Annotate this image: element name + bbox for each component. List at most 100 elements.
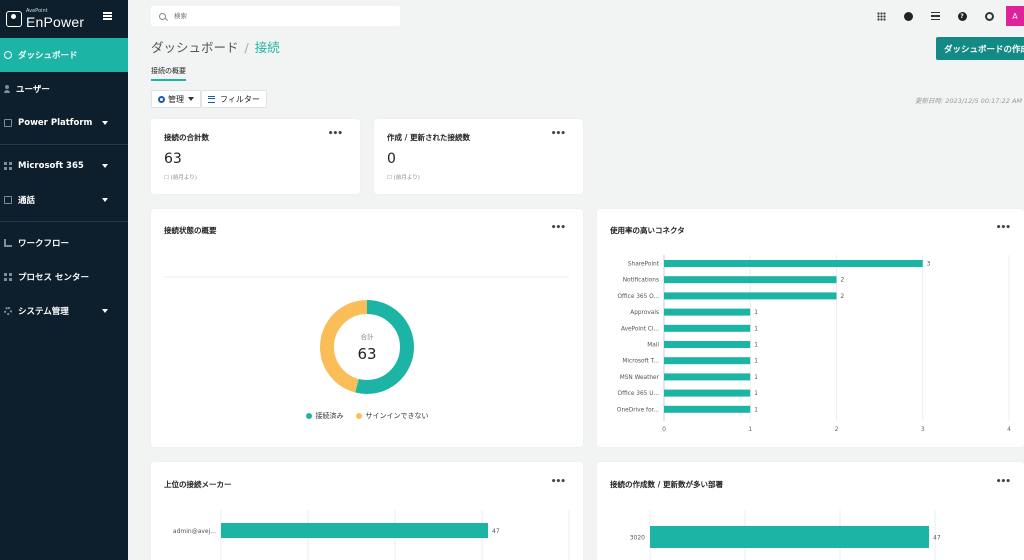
help-button[interactable]: ?	[951, 6, 973, 26]
square-icon	[4, 196, 12, 204]
bar[interactable]	[664, 276, 837, 284]
stat-subtext: ☐ (前月より)	[164, 175, 197, 181]
bar-value-label: 2	[841, 294, 845, 300]
category-label: OneDrive for...	[617, 407, 659, 413]
bar-value-label: 47	[933, 535, 941, 542]
category-label: SharePoint	[628, 262, 660, 268]
flow-icon	[4, 239, 12, 247]
sidebar-item-dashboard[interactable]: ダッシュボード	[0, 38, 128, 72]
info-circle-icon	[903, 11, 913, 21]
bar-value-label: 47	[492, 528, 500, 535]
brand[interactable]: AvePoint EnPower	[0, 0, 128, 38]
chevron-down-icon	[102, 309, 108, 313]
stat-value: 0	[387, 151, 396, 167]
bar[interactable]	[664, 292, 837, 300]
card-title: 接続の合計数	[164, 133, 209, 142]
chevron-down-icon	[102, 121, 108, 125]
bar[interactable]	[664, 389, 751, 397]
more-options-icon[interactable]: •••	[328, 129, 343, 139]
list-icon	[930, 12, 940, 20]
sidebar-item-workflow[interactable]: ワークフロー	[0, 226, 128, 260]
apps-button[interactable]	[870, 6, 892, 26]
bar[interactable]	[664, 308, 751, 316]
more-options-icon[interactable]: •••	[551, 129, 566, 139]
create-dashboard-button[interactable]: ダッシュボードの作成	[936, 37, 1024, 60]
sidebar-item-label: Power Platform	[18, 118, 93, 128]
makers-bar-chart: admin@avej... 47	[173, 510, 570, 560]
x-tick-label: 2	[835, 426, 839, 433]
bar[interactable]	[664, 260, 923, 267]
category-label: Microsoft T...	[622, 359, 659, 365]
sidebar-item-users[interactable]: ユーザー	[0, 72, 128, 106]
search-input[interactable]	[174, 12, 374, 20]
dashboard-icon	[4, 51, 12, 59]
sidebar-divider	[0, 221, 128, 222]
connection-status-card: 接続状態の概要 ••• 合計 63 接続済み サインインできない	[151, 209, 583, 447]
sidebar-item-system-admin[interactable]: システム管理	[0, 294, 128, 328]
help-icon: ?	[957, 11, 967, 21]
category-label: Office 365 O...	[617, 294, 659, 300]
sidebar-divider	[0, 144, 128, 145]
grid-icon	[4, 162, 12, 170]
x-tick-label: 4	[1007, 426, 1011, 433]
chevron-down-icon	[102, 164, 108, 168]
sidebar-item-label: Microsoft 365	[18, 161, 84, 171]
sidebar-item-label: 通話	[18, 196, 36, 206]
legend-dot-icon	[305, 413, 312, 419]
sidebar-item-power-platform[interactable]: Power Platform	[0, 106, 128, 140]
hamburger-menu-icon[interactable]	[103, 12, 112, 20]
sidebar-item-calls[interactable]: 通話	[0, 183, 128, 217]
apps-grid-icon	[876, 11, 886, 21]
sidebar-item-label: ワークフロー	[18, 239, 70, 249]
brand-name: EnPower	[26, 14, 85, 30]
avatar-initial-icon: A	[1012, 11, 1018, 21]
stat-card-created-updated: 作成 / 更新された接続数 ••• 0 ☐ (前月より)	[374, 119, 583, 194]
list-button[interactable]	[924, 6, 946, 26]
sidebar: AvePoint EnPower ダッシュボード ユーザー Power Plat…	[0, 0, 128, 560]
connectors-bar-chart: 0 1 2 3 4 SharePoint 3 Notifications 2 Office 365…	[617, 255, 1011, 433]
status-button[interactable]	[897, 6, 919, 26]
breadcrumb-parent[interactable]: ダッシュボード	[151, 40, 239, 55]
bar-value-label: 2	[841, 278, 845, 284]
bar-value-label: 1	[754, 391, 758, 397]
legend-item-cannot-sign-in[interactable]: サインインできない	[355, 411, 429, 421]
settings-button[interactable]	[978, 6, 1000, 26]
bar-value-label: 1	[754, 326, 758, 332]
bar[interactable]	[221, 523, 488, 538]
page-title: 接続	[254, 40, 280, 55]
filter-button[interactable]: フィルター	[201, 90, 267, 108]
bar-value-label: 1	[754, 310, 758, 316]
grid-icon	[4, 273, 12, 281]
tab-connection-overview[interactable]: 接続の概要	[151, 66, 186, 81]
chevron-down-icon	[102, 198, 108, 202]
x-tick-label: 1	[748, 426, 752, 433]
manage-button[interactable]: 管理	[151, 90, 201, 108]
user-icon	[4, 85, 10, 93]
card-title: 作成 / 更新された接続数	[387, 133, 470, 142]
avatar[interactable]: A	[1006, 6, 1024, 26]
search-box	[151, 6, 400, 26]
donut-center-value: 63	[357, 345, 376, 363]
sidebar-item-label: ダッシュボード	[18, 51, 78, 61]
category-label: Mail	[647, 343, 659, 349]
bar[interactable]	[664, 405, 751, 413]
sidebar-item-label: プロセス センター	[18, 273, 89, 283]
sidebar-item-label: ユーザー	[16, 85, 50, 95]
legend-item-connected[interactable]: 接続済み	[305, 411, 344, 421]
sidebar-item-label: システム管理	[18, 307, 69, 317]
bar[interactable]	[664, 341, 751, 348]
filter-icon	[208, 95, 215, 103]
bar[interactable]	[664, 373, 751, 381]
bar-value-label: 1	[754, 407, 758, 413]
stat-value: 63	[164, 151, 182, 167]
bar[interactable]	[664, 357, 751, 365]
top-toolbar: ? A	[865, 6, 1024, 26]
bar[interactable]	[650, 526, 929, 548]
bar[interactable]	[664, 324, 751, 332]
x-tick-label: 3	[921, 426, 925, 433]
sidebar-item-process-center[interactable]: プロセス センター	[0, 260, 128, 294]
donut-center-label: 合計	[361, 332, 375, 341]
sidebar-item-microsoft-365[interactable]: Microsoft 365	[0, 149, 128, 183]
legend-label: 接続済み	[315, 412, 344, 420]
category-label: admin@avej...	[173, 528, 216, 535]
